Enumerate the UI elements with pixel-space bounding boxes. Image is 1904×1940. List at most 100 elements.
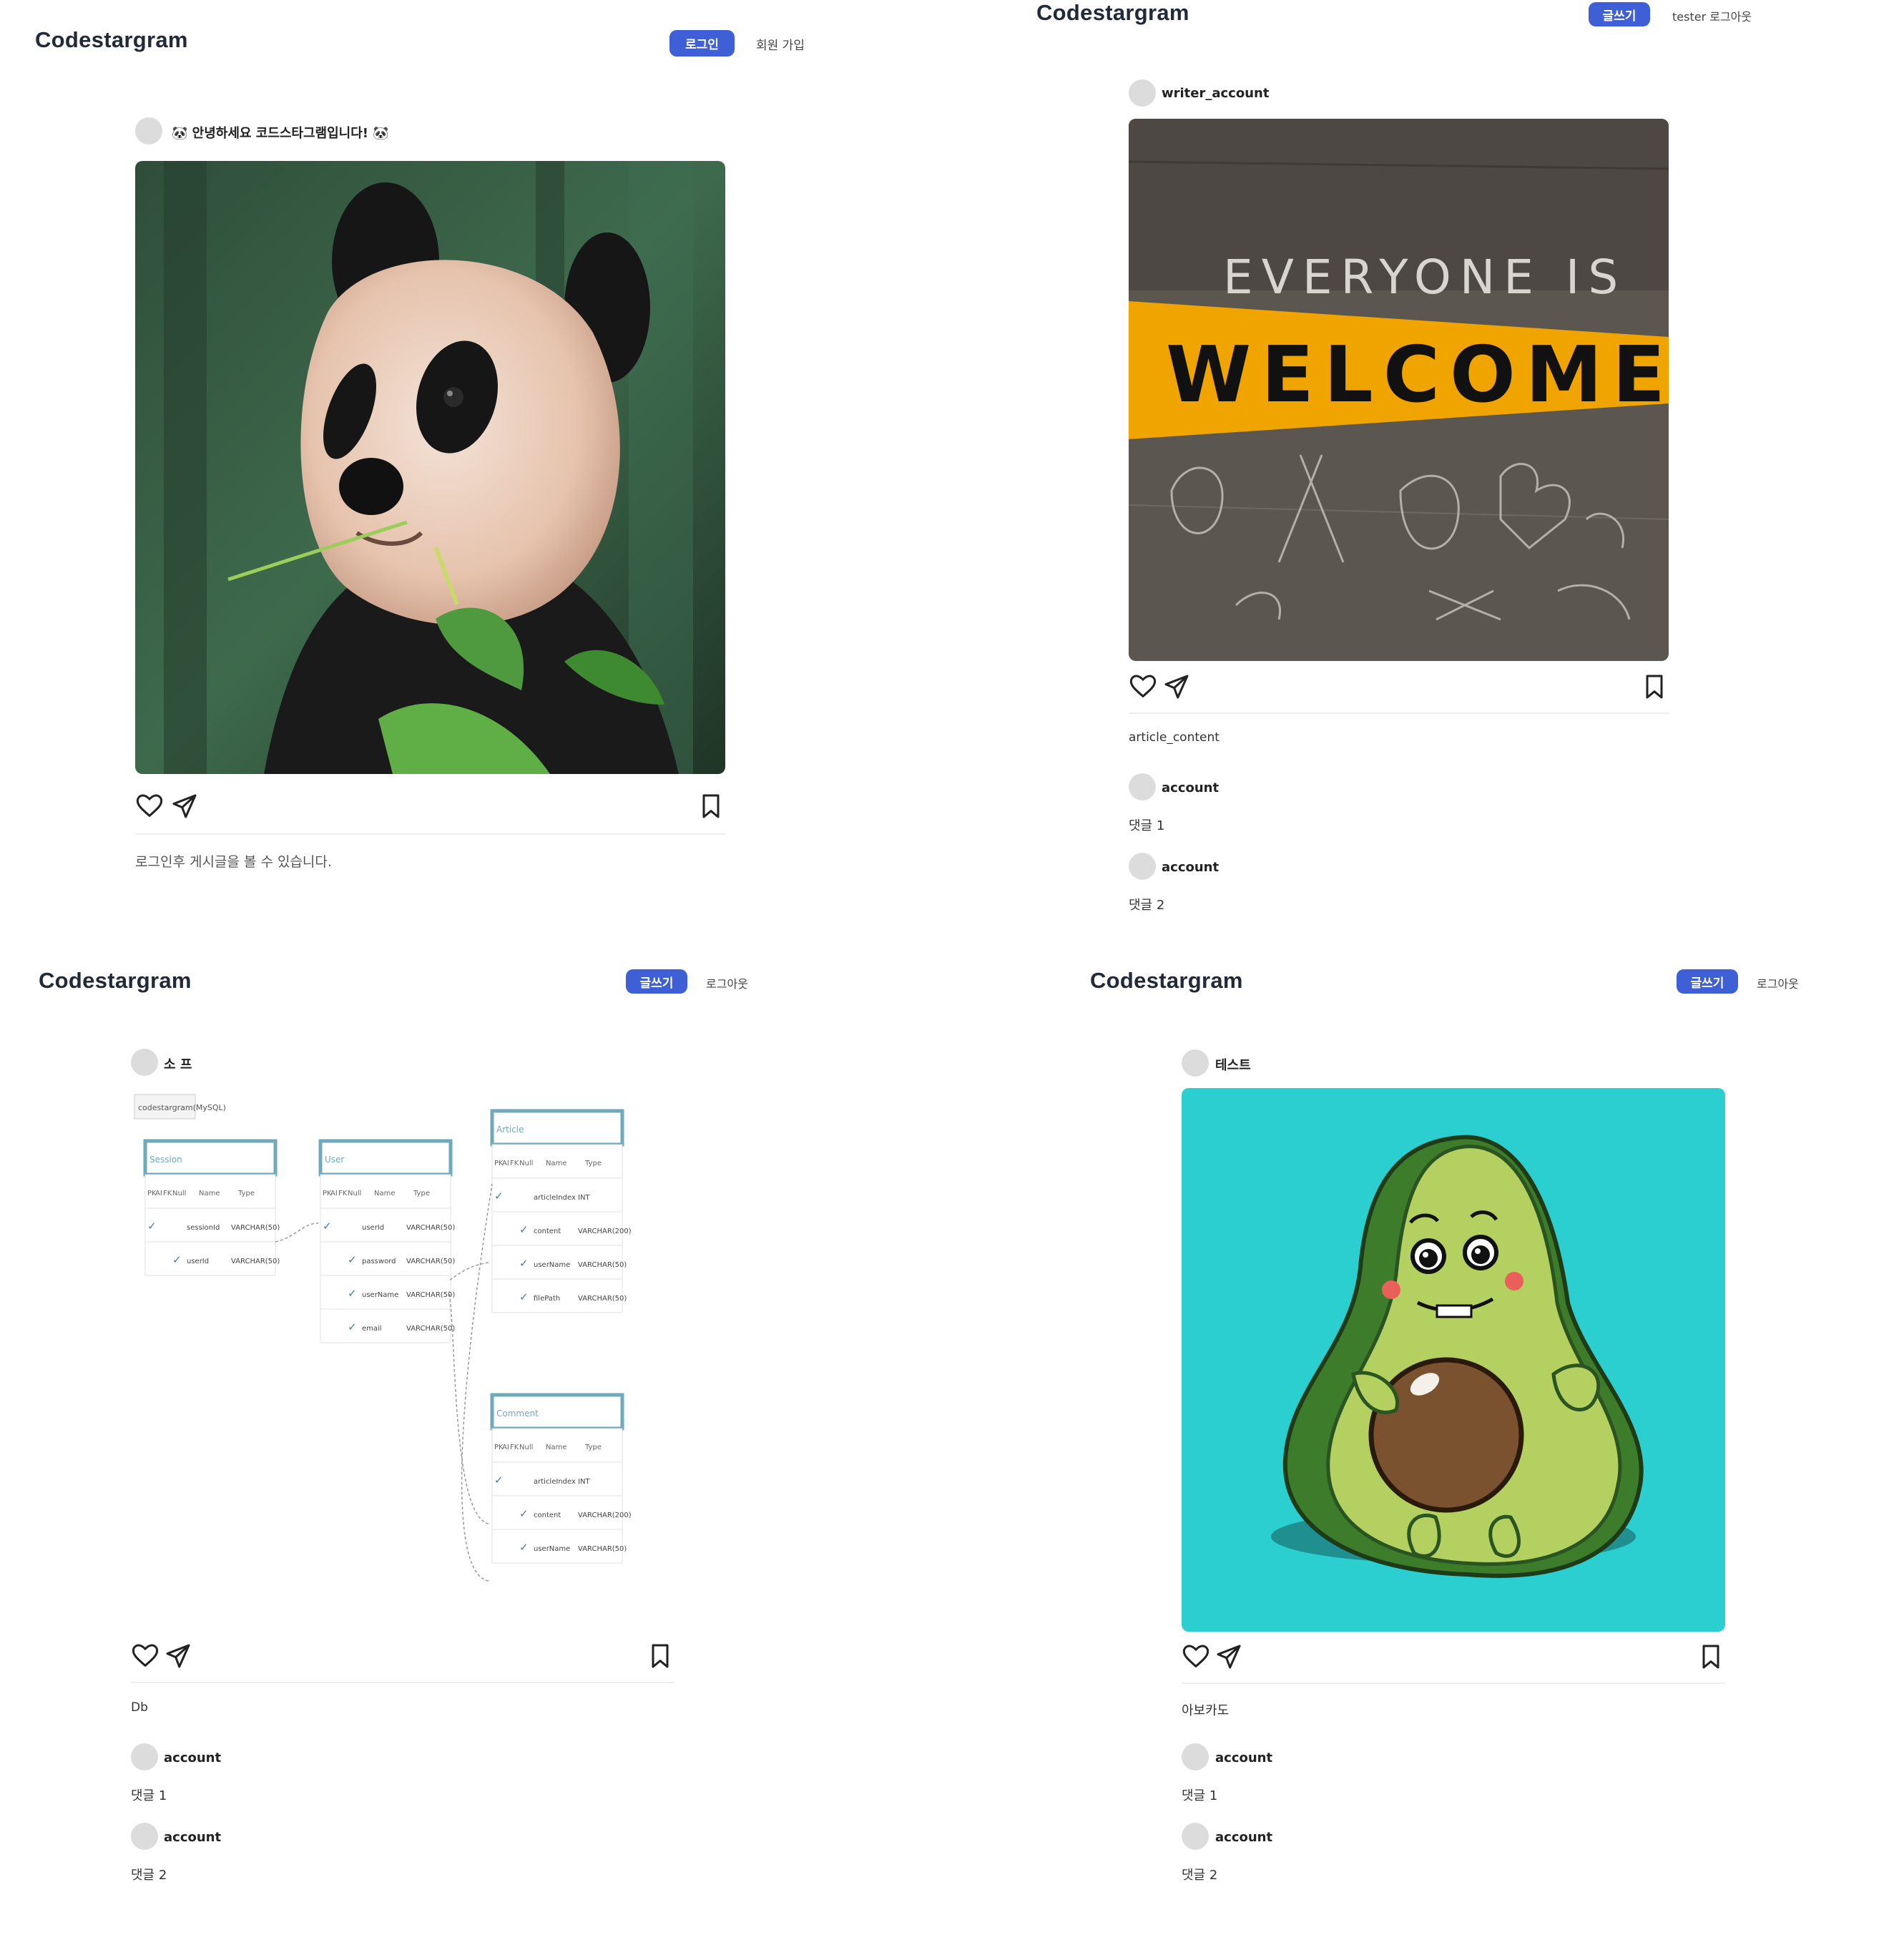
comment-text: 댓글 2 bbox=[1182, 1868, 1218, 1883]
erd-check: ✓ bbox=[519, 1541, 529, 1554]
erd-field-name: userId bbox=[187, 1258, 209, 1265]
erd-field-type: VARCHAR(50) bbox=[578, 1545, 627, 1553]
send-icon[interactable] bbox=[164, 1642, 192, 1670]
comment-text: 댓글 1 bbox=[1182, 1788, 1218, 1803]
erd-field-type: VARCHAR(50) bbox=[231, 1258, 280, 1265]
comment-avatar[interactable] bbox=[131, 1823, 158, 1850]
comment-author[interactable]: account bbox=[1162, 780, 1219, 795]
erd-col-header: FK bbox=[163, 1190, 172, 1197]
comment-author[interactable]: account bbox=[164, 1750, 221, 1765]
erd-field-type: VARCHAR(50) bbox=[406, 1325, 455, 1333]
erd-check: ✓ bbox=[519, 1223, 529, 1236]
heart-icon[interactable] bbox=[1129, 672, 1157, 701]
signup-link[interactable]: 회원 가입 bbox=[756, 35, 805, 53]
erd-check: ✓ bbox=[494, 1190, 504, 1202]
post-author[interactable]: 🐼 안녕하세요 코드스타그램입니다! 🐼 bbox=[172, 123, 389, 142]
comment-author[interactable]: account bbox=[1215, 1830, 1272, 1845]
divider bbox=[1182, 1682, 1725, 1684]
divider bbox=[131, 1682, 674, 1683]
welcome-image: EVERYONE IS WELCOME bbox=[1129, 119, 1669, 661]
erd-table-name: User bbox=[325, 1155, 344, 1165]
logout-link[interactable]: 로그아웃 bbox=[706, 974, 748, 991]
comment-author[interactable]: account bbox=[1215, 1750, 1272, 1765]
erd-col-header: AI bbox=[330, 1190, 338, 1197]
post-content: Db bbox=[131, 1700, 148, 1715]
erd-col-header: Type bbox=[413, 1190, 430, 1197]
write-button[interactable]: 글쓰기 bbox=[1589, 2, 1650, 26]
avatar[interactable] bbox=[135, 117, 162, 144]
avatar[interactable] bbox=[1129, 79, 1156, 107]
avatar[interactable] bbox=[1182, 1049, 1209, 1077]
panel-writer-post: Codestargram 글쓰기 tester 로그아웃 writer_acco… bbox=[952, 0, 1904, 916]
comment-text: 댓글 2 bbox=[131, 1868, 167, 1883]
send-icon[interactable] bbox=[1162, 672, 1191, 701]
comment-avatar[interactable] bbox=[1182, 1823, 1209, 1850]
comment-avatar[interactable] bbox=[1129, 853, 1156, 880]
erd-field-name: userName bbox=[362, 1291, 398, 1299]
bookmark-icon[interactable] bbox=[1640, 672, 1669, 701]
erd-relation-line bbox=[275, 1223, 319, 1243]
erd-check: ✓ bbox=[147, 1220, 157, 1233]
erd-check: ✓ bbox=[519, 1257, 529, 1270]
erd-check: ✓ bbox=[348, 1321, 357, 1333]
logout-link[interactable]: 로그아웃 bbox=[1757, 974, 1799, 991]
brand-logo[interactable]: Codestargram bbox=[1036, 0, 1189, 26]
panel-avocado-post: Codestargram 글쓰기 로그아웃 테스트 아보카도 account 댓… bbox=[952, 937, 1904, 1940]
comment-author[interactable]: account bbox=[164, 1830, 221, 1845]
erd-table-name: Session bbox=[149, 1155, 182, 1165]
erd-field-name: userId bbox=[362, 1224, 384, 1232]
login-button[interactable]: 로그인 bbox=[669, 30, 735, 57]
comment-avatar[interactable] bbox=[1129, 773, 1156, 800]
post-author[interactable]: 소 프 bbox=[164, 1054, 192, 1073]
panel-login: Codestargram 로그인 회원 가입 🐼 안녕하세요 코드스타그램입니다… bbox=[0, 0, 952, 916]
erd-field-type: VARCHAR(50) bbox=[231, 1224, 280, 1232]
logout-link[interactable]: tester 로그아웃 bbox=[1672, 7, 1752, 24]
heart-icon[interactable] bbox=[135, 792, 164, 820]
erd-col-header: FK bbox=[338, 1190, 348, 1197]
comment-avatar[interactable] bbox=[131, 1743, 158, 1770]
avatar[interactable] bbox=[131, 1049, 158, 1076]
brand-logo[interactable]: Codestargram bbox=[39, 968, 192, 994]
post-author[interactable]: 테스트 bbox=[1215, 1055, 1251, 1074]
erd-col-header: FK bbox=[510, 1444, 519, 1451]
image-text-welcome: WELCOME bbox=[1166, 330, 1669, 420]
erd-field-type: INT bbox=[578, 1478, 590, 1486]
erd-col-header: Name bbox=[199, 1190, 220, 1197]
panda-image bbox=[135, 161, 725, 774]
erd-col-header: Name bbox=[374, 1190, 396, 1197]
comment-text: 댓글 2 bbox=[1129, 898, 1165, 913]
comment-avatar[interactable] bbox=[1182, 1743, 1209, 1770]
erd-field-type: VARCHAR(50) bbox=[578, 1295, 627, 1303]
avocado-image bbox=[1182, 1088, 1725, 1632]
erd-col-header: Null bbox=[172, 1190, 186, 1197]
brand-logo[interactable]: Codestargram bbox=[35, 27, 188, 53]
brand-logo[interactable]: Codestargram bbox=[1090, 968, 1243, 994]
write-button[interactable]: 글쓰기 bbox=[626, 969, 687, 994]
bookmark-icon[interactable] bbox=[697, 792, 725, 820]
erd-field-name: filePath bbox=[534, 1295, 560, 1303]
bookmark-icon[interactable] bbox=[1697, 1642, 1725, 1671]
erd-check: ✓ bbox=[323, 1220, 332, 1233]
erd-table-name: Article bbox=[496, 1125, 524, 1135]
erd-col-header: Type bbox=[237, 1190, 255, 1197]
erd-field-type: VARCHAR(50) bbox=[578, 1261, 627, 1269]
heart-icon[interactable] bbox=[1182, 1642, 1210, 1671]
comment-text: 댓글 1 bbox=[1129, 818, 1165, 833]
erd-check: ✓ bbox=[519, 1290, 529, 1303]
bookmark-icon[interactable] bbox=[646, 1642, 674, 1670]
send-icon[interactable] bbox=[170, 792, 199, 820]
erd-check: ✓ bbox=[348, 1253, 357, 1266]
send-icon[interactable] bbox=[1214, 1642, 1243, 1671]
erd-field-type: VARCHAR(50) bbox=[406, 1258, 455, 1265]
erd-check: ✓ bbox=[348, 1287, 357, 1300]
heart-icon[interactable] bbox=[131, 1642, 160, 1670]
erd-field-name: content bbox=[534, 1512, 561, 1519]
erd-field-name: sessionId bbox=[187, 1224, 220, 1232]
post-author[interactable]: writer_account bbox=[1162, 86, 1269, 101]
write-button[interactable]: 글쓰기 bbox=[1677, 969, 1738, 994]
erd-field-type: VARCHAR(50) bbox=[406, 1291, 455, 1299]
post-content: 아보카도 bbox=[1182, 1703, 1230, 1718]
erd-col-header: Null bbox=[348, 1190, 361, 1197]
comment-author[interactable]: account bbox=[1162, 860, 1219, 875]
panel-db-post: Codestargram 글쓰기 로그아웃 소 프 codestargram(M… bbox=[0, 937, 952, 1940]
